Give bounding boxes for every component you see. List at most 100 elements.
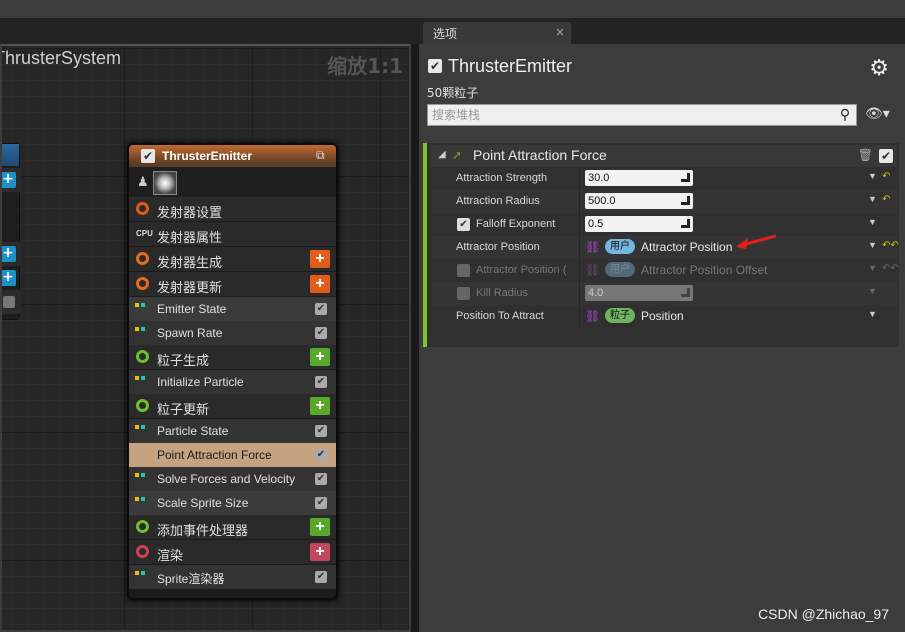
gear-icon[interactable]: ⚙ — [869, 56, 889, 81]
chevron-down-icon[interactable]: ▼ — [868, 171, 877, 181]
chevron-down-icon[interactable]: ▼ — [868, 240, 877, 250]
emitter-node-header[interactable]: ✔ ThrusterEmitter ⧉ — [129, 145, 336, 167]
emitter-module-row[interactable]: Sprite渲染器 ✔ — [129, 565, 336, 589]
row-label: Sprite渲染器 — [157, 572, 225, 586]
column-divider[interactable] — [579, 190, 580, 213]
module-enable-checkbox[interactable]: ✔ — [315, 376, 327, 388]
module-arrow-icon: ➚ — [452, 148, 463, 162]
param-value-field[interactable]: 30.0 — [585, 170, 693, 186]
module-dots-icon — [135, 301, 149, 313]
open-external-icon[interactable]: ⧉ — [316, 148, 330, 162]
column-divider[interactable] — [579, 259, 580, 282]
add-icon[interactable]: + — [0, 172, 16, 188]
param-value-field[interactable]: 500.0 — [585, 193, 693, 209]
emitter-enable-checkbox[interactable]: ✔ — [428, 59, 442, 73]
collapse-triangle-icon[interactable]: ◢ — [438, 149, 446, 160]
column-divider[interactable] — [579, 282, 580, 305]
emitter-thumbnail[interactable] — [153, 171, 177, 195]
module-details: ◢ ➚ Point Attraction Force 🗑 ✔ Attractio… — [423, 143, 899, 347]
add-module-button[interactable]: + — [310, 348, 330, 366]
param-row: Position To Attract ⛓ 粒子 Position ▼ — [431, 305, 897, 328]
module-enable-checkbox[interactable]: ✔ — [315, 449, 327, 461]
module-enable-checkbox[interactable]: ✔ — [315, 425, 327, 437]
emitter-section-row[interactable]: 发射器更新 + — [129, 272, 336, 296]
module-enable-checkbox[interactable]: ✔ — [315, 497, 327, 509]
namespace-pill: 用户 — [605, 262, 635, 277]
row-label: 发射器属性 — [157, 230, 223, 245]
linked-parameter-name[interactable]: Attractor Position — [641, 240, 732, 254]
module-enable-checkbox[interactable]: ✔ — [315, 303, 327, 315]
emitter-section-row[interactable]: 发射器设置 — [129, 197, 336, 221]
linked-parameter-name[interactable]: Position — [641, 309, 684, 323]
add-module-button[interactable]: + — [310, 518, 330, 536]
emitter-section-row[interactable]: 发射器生成 + — [129, 247, 336, 271]
param-override-checkbox[interactable] — [457, 264, 470, 277]
reset-to-default-icon[interactable]: ↶↶ — [882, 263, 899, 274]
chevron-down-icon[interactable]: ▼ — [868, 309, 877, 319]
module-header[interactable]: ◢ ➚ Point Attraction Force 🗑 ✔ — [431, 145, 897, 167]
add-module-button[interactable]: + — [310, 543, 330, 561]
param-override-checkbox[interactable]: ✔ — [457, 218, 470, 231]
module-enable-checkbox[interactable]: ✔ — [315, 571, 327, 583]
emitter-module-row[interactable]: Scale Sprite Size ✔ — [129, 491, 336, 515]
close-icon[interactable]: × — [555, 25, 565, 39]
module-dots-icon — [135, 569, 149, 581]
module-dots-icon — [135, 495, 149, 507]
emitter-module-row-selected[interactable]: Point Attraction Force ✔ — [129, 443, 336, 467]
column-divider[interactable] — [579, 305, 580, 328]
add-module-button[interactable]: + — [310, 275, 330, 293]
reset-to-default-icon[interactable]: ↶ — [882, 194, 890, 205]
column-divider[interactable] — [579, 236, 580, 259]
trash-icon[interactable]: 🗑 — [858, 148, 873, 162]
add-module-button[interactable]: + — [310, 250, 330, 268]
search-icon[interactable]: ⚲ — [836, 106, 854, 124]
module-enable-checkbox[interactable]: ✔ — [315, 327, 327, 339]
param-override-checkbox[interactable] — [457, 287, 470, 300]
reset-to-default-icon[interactable]: ↶ — [882, 171, 890, 182]
partial-emitter-node[interactable]: + + + — [0, 143, 21, 320]
reset-to-default-icon[interactable]: ↶↶ — [882, 240, 899, 251]
chevron-down-icon[interactable]: ▼ — [868, 194, 877, 204]
chevron-down-icon[interactable]: ▼ — [868, 217, 877, 227]
param-value-field[interactable]: 0.5 — [585, 216, 693, 232]
module-enable-checkbox[interactable]: ✔ — [315, 473, 327, 485]
emitter-module-row[interactable]: Spawn Rate ✔ — [129, 321, 336, 345]
search-stack-box[interactable]: ⚲ — [427, 104, 857, 126]
emitter-section-row[interactable]: 渲染 + — [129, 540, 336, 564]
stage-icon — [136, 202, 149, 215]
module-dots-icon — [135, 374, 149, 386]
resize-corner-icon — [681, 173, 690, 182]
eye-icon[interactable]: 👁▾ — [865, 106, 890, 122]
emitter-section-row[interactable]: CPU 发射器属性 — [129, 222, 336, 246]
thruster-emitter-node[interactable]: ✔ ThrusterEmitter ⧉ ♟ 发射器设置 CPU 发射器属性 发射器生成… — [127, 143, 338, 600]
system-graph-canvas[interactable]: ThrusterSystem 缩放1:1 + + + ✔ ThrusterEmi… — [0, 44, 411, 632]
emitter-module-row[interactable]: Initialize Particle ✔ — [129, 370, 336, 394]
cpu-icon: CPU — [136, 229, 153, 238]
emitter-section-row[interactable]: 粒子更新 + — [129, 394, 336, 418]
column-divider[interactable] — [579, 167, 580, 190]
emitter-module-row[interactable]: Emitter State ✔ — [129, 297, 336, 321]
emitter-section-row[interactable]: 添加事件处理器 + — [129, 515, 336, 539]
emitter-module-row[interactable]: Particle State ✔ — [129, 419, 336, 443]
chevron-down-icon[interactable]: ▼ — [868, 286, 877, 296]
search-input[interactable] — [432, 107, 832, 123]
stage-icon — [136, 350, 149, 363]
param-row: ✔ Falloff Exponent 0.5 ▼ — [431, 213, 897, 236]
column-divider[interactable] — [579, 213, 580, 236]
add-module-button[interactable]: + — [310, 397, 330, 415]
emitter-enable-checkbox[interactable]: ✔ — [141, 149, 155, 163]
namespace-pill: 粒子 — [605, 308, 635, 323]
chevron-down-icon[interactable]: ▼ — [868, 263, 877, 273]
tab-options[interactable]: 选项 × — [423, 22, 571, 44]
module-enable-checkbox[interactable]: ✔ — [879, 149, 893, 163]
add-icon[interactable]: + — [0, 270, 16, 286]
emitter-section-row[interactable]: 粒子生成 + — [129, 345, 336, 369]
add-icon[interactable]: + — [0, 246, 16, 262]
namespace-pill: 用户 — [605, 239, 635, 254]
zoom-indicator: 缩放1:1 — [327, 54, 403, 78]
panel-splitter[interactable] — [411, 44, 419, 632]
emitter-node-title: ThrusterEmitter — [162, 149, 253, 163]
emitter-module-row[interactable]: Solve Forces and Velocity ✔ — [129, 467, 336, 491]
checkbox-icon[interactable] — [3, 296, 15, 308]
link-icon: ⛓ — [585, 240, 601, 254]
